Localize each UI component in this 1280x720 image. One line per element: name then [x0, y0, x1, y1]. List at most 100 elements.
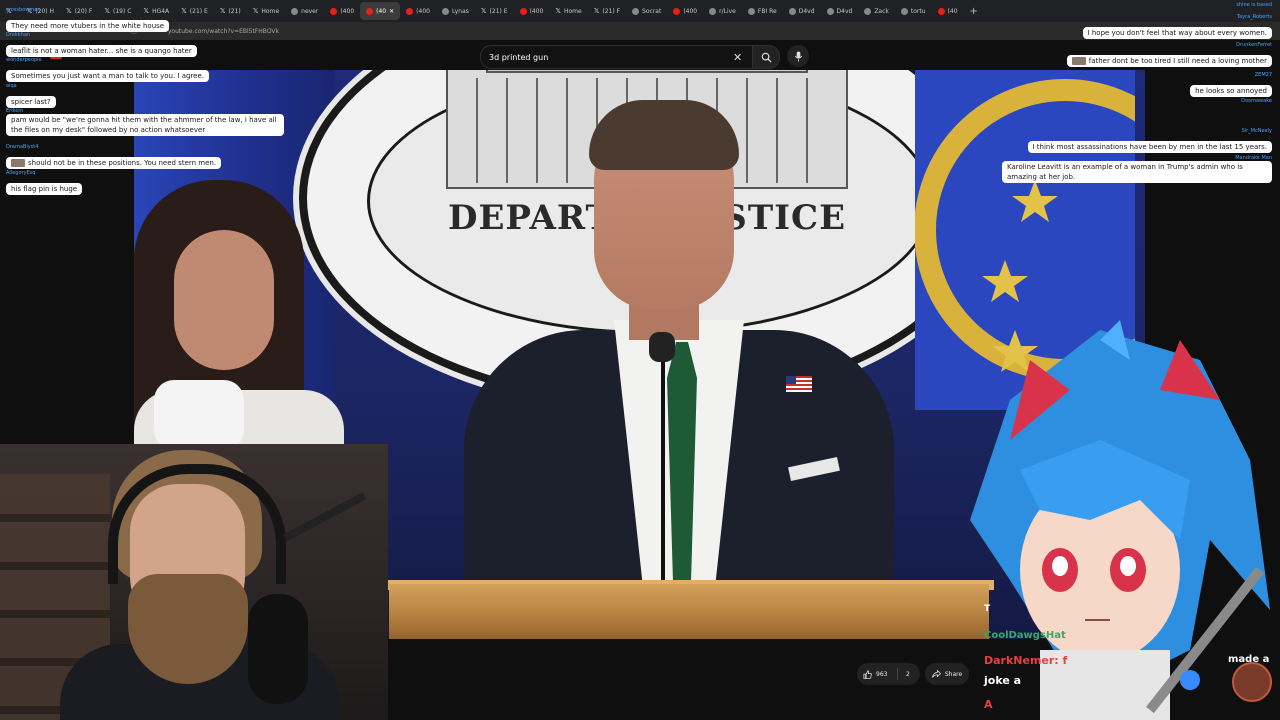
chat-message: Drekkhan leaflit is not a woman hater...…: [6, 32, 197, 57]
globe-icon: [291, 7, 299, 15]
chat-username: Doomawake: [1241, 98, 1272, 104]
share-icon: [931, 670, 941, 678]
youtube-icon: [366, 7, 374, 15]
mic-arm: [283, 492, 367, 542]
browser-tab[interactable]: Zack: [858, 2, 895, 20]
speaker-hair: [589, 100, 739, 170]
browser-tab-label: (21) F: [602, 7, 621, 15]
reddit-icon: [709, 7, 717, 15]
chat-username: crossbowman: [6, 7, 41, 13]
on-stream-chat-overlay: T CoolDawgsHat DarkNemer: f joke a made …: [980, 600, 1280, 720]
browser-tab[interactable]: 𝕏 (21) E: [475, 2, 514, 20]
browser-tab-strip: 𝕏 𝕏 (20) H 𝕏 (20) F 𝕏 (19) C 𝕏 HG4A 𝕏 (21) E 𝕏 (21) 𝕏…: [0, 0, 1280, 22]
chat-text: father dont be too tired I still need a …: [1088, 57, 1267, 65]
chat-text: I think most assassinations have been by…: [1027, 141, 1272, 153]
browser-tab[interactable]: r/Live: [703, 2, 742, 20]
chat-text: Karoline Leavitt is an example of a woma…: [1002, 161, 1272, 183]
browser-tab-label: (21) E: [489, 7, 508, 15]
browser-tab[interactable]: D4vd: [783, 2, 821, 20]
browser-tab[interactable]: 𝕏 Home: [247, 2, 285, 20]
close-icon[interactable]: ✕: [733, 51, 742, 64]
browser-tab-label: Socrat: [642, 7, 662, 15]
browser-tab[interactable]: (400: [667, 2, 703, 20]
x-icon: 𝕏: [181, 6, 187, 15]
podium-microphone: [649, 332, 675, 362]
chat-message: wonderpeople Sometimes you just want a m…: [6, 57, 209, 82]
like-dislike-group: 963 2: [857, 663, 920, 685]
chat-message: DrunkenFerret father dont be too tired I…: [1066, 42, 1272, 67]
chat-message: Sir_McNeely I think most assassinations …: [1027, 128, 1272, 153]
browser-tab[interactable]: (40: [932, 2, 964, 20]
browser-tab[interactable]: 𝕏 (21): [214, 2, 247, 20]
overlay-chat-line: DarkNemer: f: [984, 654, 1068, 667]
voice-search-button[interactable]: [787, 45, 809, 67]
search-box[interactable]: ✕: [480, 45, 754, 69]
browser-tab[interactable]: 𝕏 (21) F: [588, 2, 626, 20]
chat-message: alqa spicer last?: [6, 83, 56, 108]
chat-username: Tayra_Roberts: [1236, 14, 1272, 20]
chat-username: shine is based: [1236, 2, 1272, 8]
globe-icon: [826, 7, 834, 15]
browser-tab-label: Zack: [874, 7, 889, 15]
browser-tab-label: Lynas: [451, 7, 469, 15]
chat-username: AllegoryEsq: [6, 170, 36, 176]
dislike-button[interactable]: 2: [898, 671, 910, 678]
chat-username: Erikom: [6, 108, 24, 114]
close-tab-icon[interactable]: ✕: [389, 8, 394, 15]
chat-username: DramaBlyst4: [6, 144, 39, 150]
chat-text: leaflit is not a woman hater... she is a…: [6, 45, 197, 57]
chat-message: AllegoryEsq his flag pin is huge: [6, 170, 83, 195]
youtube-icon: [673, 7, 681, 15]
browser-tab-label: (400: [416, 7, 430, 15]
chat-text: his flag pin is huge: [6, 183, 83, 195]
browser-tab[interactable]: tortu: [895, 2, 932, 20]
overlay-chat-line: made a: [1228, 654, 1270, 665]
browser-tab[interactable]: (400: [400, 2, 436, 20]
chat-username: DrunkenFerret: [1236, 42, 1272, 48]
browser-tab-label: (40: [376, 7, 387, 15]
emote-icon: [1071, 57, 1086, 65]
browser-tab[interactable]: (40 ✕: [360, 2, 401, 20]
globe-icon: [632, 7, 640, 15]
chat-text: should not be in these positions. You ne…: [28, 159, 217, 167]
chat-message: DramaBlyst4 should not be in these posit…: [6, 144, 222, 169]
url-text[interactable]: youtube.com/watch?v=EBl5tFHBOVk: [168, 28, 279, 35]
search-input[interactable]: [481, 51, 731, 63]
search-button[interactable]: [752, 45, 780, 69]
chat-username: Mandrake Man: [1235, 155, 1272, 161]
woman-face: [174, 230, 274, 370]
microphone-icon: [794, 50, 802, 62]
browser-tab[interactable]: Socrat: [626, 2, 667, 20]
x-icon: 𝕏: [480, 6, 487, 15]
browser-tab-label: Home: [261, 7, 280, 15]
browser-tab-label: r/Live: [719, 7, 736, 15]
browser-tab-label: (400: [683, 7, 698, 15]
youtube-icon: [937, 7, 945, 15]
browser-tab[interactable]: 𝕏 (21) E: [175, 2, 214, 20]
globe-icon: [900, 7, 908, 15]
overlay-chat-line: joke a: [984, 674, 1022, 687]
overlay-chat-line: A: [984, 698, 993, 711]
woman-scarf: [154, 380, 244, 450]
new-tab-button[interactable]: +: [964, 6, 984, 17]
search-icon: [761, 52, 772, 63]
browser-tab[interactable]: 𝕏 Home: [549, 2, 587, 20]
like-count: 963: [876, 670, 888, 678]
like-button[interactable]: 963: [857, 669, 897, 679]
browser-tab-label: FBI Re: [757, 7, 777, 15]
x-icon: 𝕏: [593, 6, 600, 15]
browser-tab[interactable]: FBI Re: [742, 2, 783, 20]
lectern: [389, 584, 989, 639]
browser-tab-label: (21): [228, 7, 241, 15]
browser-tab[interactable]: Lynas: [436, 2, 475, 20]
chat-message: Tayra_Roberts I hope you don't feel that…: [1082, 14, 1272, 39]
browser-tab[interactable]: D4vd: [821, 2, 859, 20]
chat-text: I hope you don't feel that way about eve…: [1082, 27, 1272, 39]
browser-tab[interactable]: (400: [514, 2, 550, 20]
browser-tab-label: D4vd: [798, 7, 815, 15]
browser-tab-label: Home: [564, 7, 582, 15]
browser-tab[interactable]: (400: [324, 2, 360, 20]
dislike-count: 2: [906, 670, 910, 678]
browser-tab[interactable]: never: [285, 2, 324, 20]
browser-tab-label: never: [301, 7, 319, 15]
